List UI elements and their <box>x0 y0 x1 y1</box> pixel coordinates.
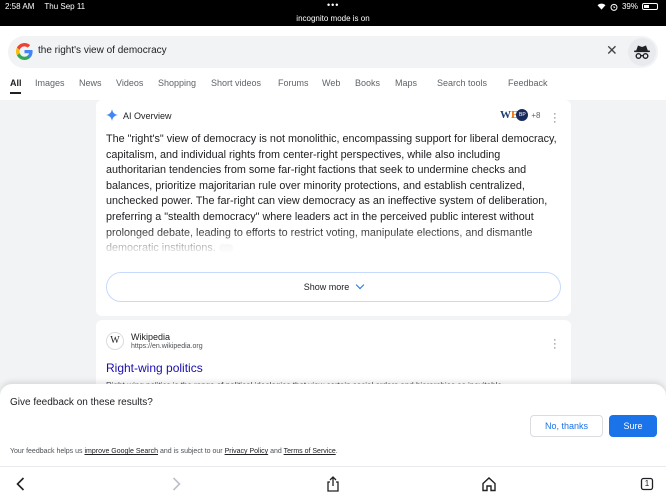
tabs-icon[interactable]: 1 <box>638 475 656 493</box>
sure-button[interactable]: Sure <box>609 415 657 437</box>
source-logos[interactable]: WE BP +8 <box>500 109 540 121</box>
google-logo-icon <box>16 43 33 60</box>
tab-web[interactable]: Web <box>322 78 340 88</box>
tab-news[interactable]: News <box>79 78 102 88</box>
terms-link[interactable]: Terms of Service <box>284 448 336 455</box>
show-more-label: Show more <box>303 282 350 292</box>
tab-videos[interactable]: Videos <box>116 78 143 88</box>
ai-overview-title: AI Overview <box>123 111 172 121</box>
incognito-banner: incognito mode is on <box>0 12 666 26</box>
source-logo-circle: BP <box>516 109 529 121</box>
status-bar: 2:58 AM Thu Sep 11 ••• 39% <box>0 0 666 12</box>
privacy-policy-link[interactable]: Privacy Policy <box>225 448 269 455</box>
sources-more-count: +8 <box>531 110 541 120</box>
share-icon[interactable] <box>324 475 342 493</box>
home-icon[interactable] <box>480 475 498 493</box>
tab-count: 1 <box>644 479 650 488</box>
tab-books[interactable]: Books <box>355 78 380 88</box>
tab-maps[interactable]: Maps <box>395 78 417 88</box>
status-time: 2:58 AM <box>5 2 35 11</box>
alarm-icon <box>610 3 618 11</box>
note-and: and <box>268 448 284 455</box>
tab-search-tools[interactable]: Search tools <box>437 78 487 88</box>
feedback-sheet: Give feedback on these results? No, than… <box>0 384 666 466</box>
tab-shopping[interactable]: Shopping <box>158 78 196 88</box>
no-thanks-button[interactable]: No, thanks <box>530 415 603 437</box>
tab-forums[interactable]: Forums <box>278 78 309 88</box>
chevron-down-icon <box>356 280 365 290</box>
forward-icon[interactable] <box>167 475 185 493</box>
incognito-icon[interactable] <box>628 38 656 66</box>
back-icon[interactable] <box>12 475 30 493</box>
result-url: https://en.wikipedia.org <box>131 343 203 350</box>
ai-overview-card: AI Overview WE BP +8 · · · The "right's" v… <box>96 100 571 316</box>
search-input[interactable]: the right's view of democracy <box>38 45 167 56</box>
wikipedia-logo-icon: W <box>106 332 124 350</box>
search-box[interactable]: the right's view of democracy ✕ <box>8 36 658 68</box>
multitask-dots-icon[interactable]: ••• <box>327 1 339 10</box>
note-prefix: Your feedback helps us <box>10 448 85 455</box>
result-title-link[interactable]: Right-wing politics <box>106 361 203 375</box>
tab-feedback[interactable]: Feedback <box>508 78 548 88</box>
active-tab-indicator <box>10 92 21 94</box>
search-header: the right's view of democracy ✕ All Imag… <box>0 26 666 100</box>
search-result: W Wikipedia https://en.wikipedia.org · · ·… <box>96 320 571 390</box>
text-fade <box>96 228 571 262</box>
browser-toolbar: 1 <box>0 466 666 500</box>
feedback-note: Your feedback helps us improve Google Se… <box>10 448 338 455</box>
feedback-question: Give feedback on these results? <box>10 397 153 408</box>
sparkle-icon <box>106 109 118 121</box>
tab-all[interactable]: All <box>10 78 22 88</box>
show-more-button[interactable]: Show more <box>106 272 561 302</box>
tab-images[interactable]: Images <box>35 78 65 88</box>
more-vert-icon[interactable]: · · · <box>553 109 557 128</box>
search-tabs: All Images News Videos Shopping Short vi… <box>0 77 666 97</box>
tab-short-videos[interactable]: Short videos <box>211 78 261 88</box>
status-date: Thu Sep 11 <box>44 2 86 11</box>
improve-search-link[interactable]: improve Google Search <box>84 448 158 455</box>
result-more-icon[interactable]: · · · <box>553 335 557 354</box>
battery-icon <box>642 3 658 10</box>
wifi-icon <box>597 3 606 10</box>
result-site-name: Wikipedia <box>131 332 171 342</box>
clear-icon[interactable]: ✕ <box>606 42 618 59</box>
battery-percent: 39% <box>621 2 638 11</box>
note-end: . <box>335 448 338 455</box>
note-mid: and is subject to our <box>158 448 225 455</box>
